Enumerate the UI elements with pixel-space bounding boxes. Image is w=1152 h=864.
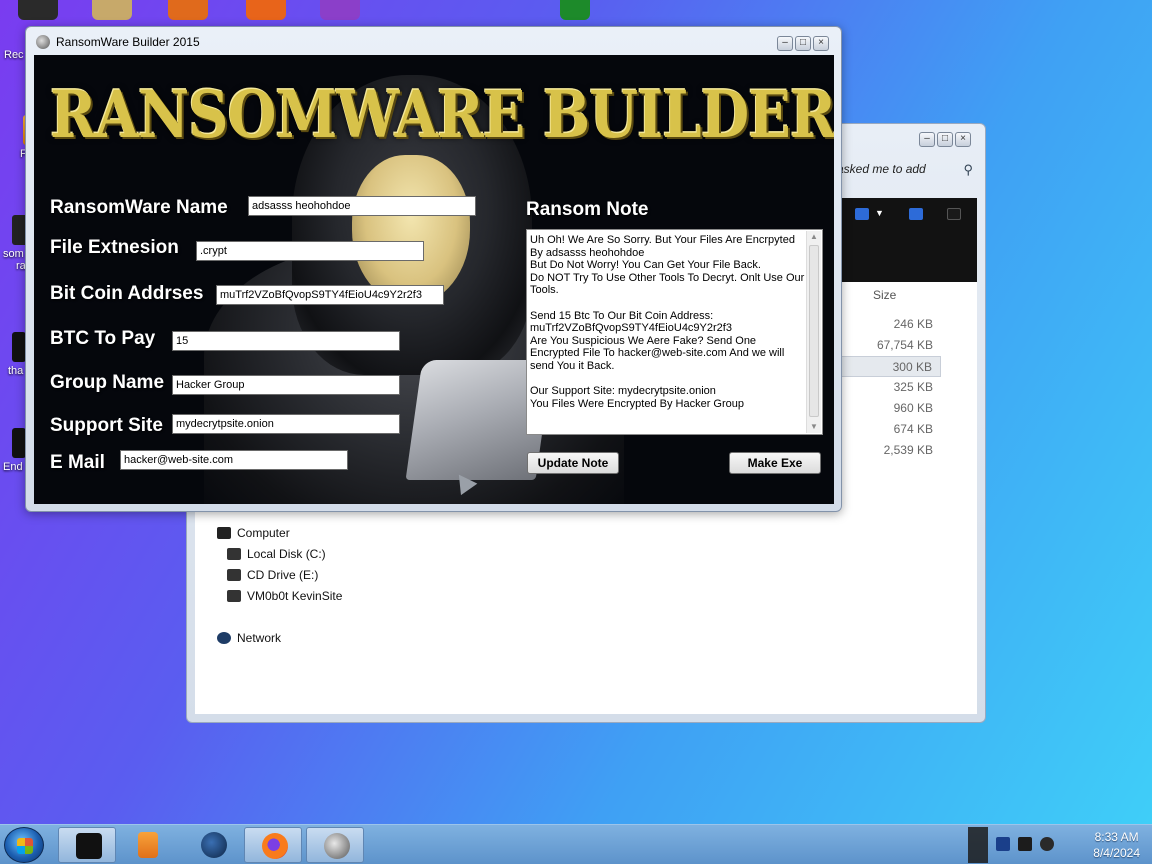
view-icon[interactable] (855, 208, 869, 220)
preview-pane-icon[interactable] (909, 208, 923, 220)
size-cell: 246 KB (893, 317, 933, 331)
taskbar-app-media-player[interactable] (118, 827, 176, 863)
bitcoin-address-label: Bit Coin Addrses (50, 283, 204, 304)
support-site-input[interactable] (172, 414, 400, 434)
window-title: RansomWare Builder 2015 (56, 35, 200, 49)
size-cell: 67,754 KB (876, 338, 933, 352)
ransomware-name-label: RansomWare Name (50, 197, 228, 218)
minimize-button[interactable]: – (777, 36, 793, 51)
support-site-label: Support Site (50, 415, 163, 436)
note-scrollbar[interactable]: ▲ ▼ (806, 231, 821, 433)
desktop-top-icon-5[interactable] (320, 0, 360, 20)
maximize-button[interactable]: □ (795, 36, 811, 51)
clock[interactable]: 8:33 AM 8/4/2024 (1093, 829, 1140, 861)
close-button[interactable]: × (813, 36, 829, 51)
nav-item-label: VM0b0t KevinSite (247, 589, 343, 603)
nav-item-label: Network (237, 631, 282, 645)
scroll-thumb[interactable] (809, 245, 819, 417)
globe-icon (201, 832, 227, 858)
terminal-icon (76, 833, 102, 859)
desktop-top-icon-4[interactable] (246, 0, 286, 20)
size-cell: 960 KB (893, 401, 933, 415)
clock-date: 8/4/2024 (1093, 846, 1140, 860)
update-note-button[interactable]: Update Note (527, 452, 619, 474)
app-logo: RANSOMWARE BUILDER 2015 (50, 77, 834, 153)
minimize-button[interactable]: – (919, 132, 935, 147)
email-label: E Mail (50, 452, 105, 473)
file-extension-input[interactable] (196, 241, 424, 261)
taskbar-app-network-globe[interactable] (184, 827, 242, 863)
nav-item-network-drive[interactable]: VM0b0t KevinSite (227, 589, 342, 603)
nav-item-computer[interactable]: Computer (217, 526, 290, 540)
ransom-note-textarea[interactable]: Uh Oh! We Are So Sorry. But Your Files A… (526, 229, 823, 435)
size-cell: 674 KB (893, 422, 933, 436)
hacker-artwork-mask (352, 155, 470, 305)
titlebar[interactable]: RansomWare Builder 2015 – □ × (26, 27, 841, 55)
bitcoin-address-input[interactable] (216, 285, 444, 305)
btc-to-pay-label: BTC To Pay (50, 328, 156, 349)
nav-item-label: CD Drive (E:) (247, 568, 319, 582)
system-tray: 8:33 AM 8/4/2024 (968, 825, 1152, 864)
clock-time: 8:33 AM (1094, 830, 1139, 844)
scroll-down-icon[interactable]: ▼ (807, 421, 821, 433)
close-button[interactable]: × (955, 132, 971, 147)
size-cell: 325 KB (893, 380, 933, 394)
ransom-note-label: Ransom Note (526, 199, 649, 220)
search-icon[interactable]: ⚲ (963, 162, 973, 178)
builder-client-area: RANSOMWARE BUILDER 2015 RansomWare Name … (34, 55, 834, 504)
explorer-caption-buttons: – □ × (919, 132, 971, 147)
size-cell-selected: 300 KB (841, 356, 941, 377)
desktop-top-icon-2[interactable] (92, 0, 132, 20)
ransomware-name-input[interactable] (248, 196, 476, 216)
size-column: 246 KB 67,754 KB 300 KB 325 KB 960 KB 67… (841, 314, 941, 461)
skull-icon (36, 35, 50, 49)
nav-item-cd-drive[interactable]: CD Drive (E:) (227, 568, 318, 582)
windows-logo-icon (17, 838, 33, 854)
maximize-button[interactable]: □ (937, 132, 953, 147)
taskbar-app-firefox[interactable] (244, 827, 302, 863)
file-icon (12, 332, 26, 362)
firefox-icon (262, 833, 288, 859)
file-icon (12, 428, 26, 458)
scroll-up-icon[interactable]: ▲ (807, 231, 821, 243)
desktop-top-icon-3[interactable] (168, 0, 208, 20)
make-exe-button[interactable]: Make Exe (729, 452, 821, 474)
caption-buttons: – □ × (777, 36, 829, 51)
size-cell: 2,539 KB (883, 443, 933, 457)
desktop-top-icon-1[interactable] (18, 0, 58, 20)
tray-network-icon[interactable] (996, 837, 1010, 851)
file-extension-label: File Extnesion (50, 237, 179, 258)
nav-item-local-disk[interactable]: Local Disk (C:) (227, 547, 326, 561)
media-player-icon (138, 832, 158, 858)
cd-drive-icon (227, 569, 241, 581)
desktop-top-icon-6 (560, 0, 590, 20)
ransom-note-text[interactable]: Uh Oh! We Are So Sorry. But Your Files A… (530, 234, 806, 410)
email-input[interactable] (120, 450, 348, 470)
taskbar: 8:33 AM 8/4/2024 (0, 824, 1152, 864)
help-icon[interactable] (947, 208, 961, 220)
taskbar-app-ransomware-builder[interactable] (306, 827, 364, 863)
start-button[interactable] (4, 827, 44, 863)
explorer-search-input[interactable]: asked me to add (837, 154, 977, 184)
tray-display-icon[interactable] (1018, 837, 1032, 851)
network-icon (217, 632, 231, 644)
drive-icon (227, 548, 241, 560)
explorer-toolbar: ▼ (837, 198, 977, 282)
btc-to-pay-input[interactable] (172, 331, 400, 351)
taskbar-app-terminal[interactable] (58, 827, 116, 863)
tray-volume-icon[interactable] (1040, 837, 1054, 851)
group-name-input[interactable] (172, 375, 400, 395)
nav-item-network[interactable]: Network (217, 631, 281, 645)
tray-separator (968, 827, 988, 863)
network-drive-icon (227, 590, 241, 602)
group-name-label: Group Name (50, 372, 165, 393)
column-header-size[interactable]: Size (873, 288, 896, 302)
computer-icon (217, 527, 231, 539)
nav-item-label: Local Disk (C:) (247, 547, 326, 561)
skull-icon (324, 833, 350, 859)
ransomware-builder-window[interactable]: RansomWare Builder 2015 – □ × RANSOMWARE… (25, 26, 842, 512)
nav-item-label: Computer (237, 526, 290, 540)
chevron-down-icon[interactable]: ▼ (875, 208, 884, 218)
